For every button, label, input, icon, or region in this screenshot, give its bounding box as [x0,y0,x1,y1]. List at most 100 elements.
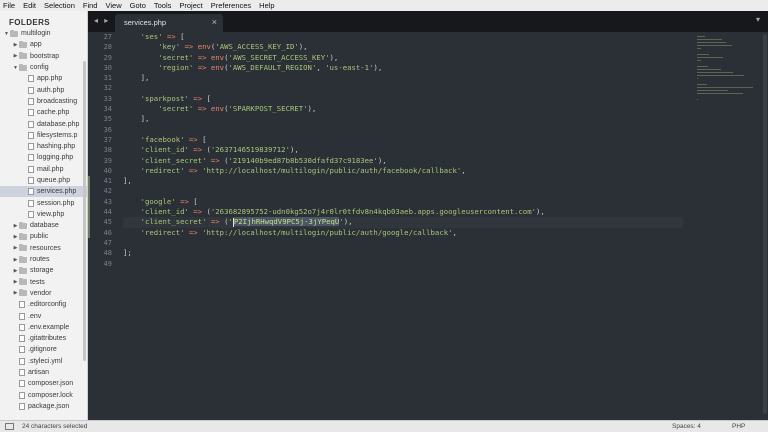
minimap-line [697,87,753,89]
code-line[interactable]: 'sparkpost' => [ [123,94,683,104]
code-line[interactable]: 'facebook' => [ [123,135,683,145]
folder-icon [19,266,27,274]
menu-item[interactable]: Selection [44,1,75,10]
menu-item[interactable]: File [3,1,15,10]
tree-file[interactable]: session.php [0,197,87,208]
code-line[interactable]: 'client_id' => ('2637146519839712'), [123,145,683,155]
chevron-down-icon[interactable]: ▾ [756,15,760,24]
code-token: 'key' [123,42,181,52]
tree-folder[interactable]: ▶ vendor [0,288,87,299]
tree-file[interactable]: .gitignore [0,344,87,355]
tree-file[interactable]: .env.example [0,322,87,333]
code-line[interactable]: 'region' => env('AWS_DEFAULT_REGION', 'u… [123,63,683,73]
tree-item-label: tests [30,278,45,286]
tree-folder[interactable]: ▶ tests [0,277,87,288]
close-icon[interactable]: × [212,17,217,27]
tree-folder[interactable]: ▶ database [0,220,87,231]
tree-file[interactable]: composer.json [0,378,87,389]
chevron-right-icon[interactable]: ▶ [12,234,19,240]
chevron-right-icon[interactable]: ▶ [12,53,19,59]
code-line[interactable] [123,83,683,93]
chevron-right-icon[interactable]: ▶ [12,257,19,263]
tree-file[interactable]: .gitattributes [0,333,87,344]
code-line[interactable]: 'secret' => env('AWS_SECRET_ACCESS_KEY')… [123,53,683,63]
code-line[interactable]: 'client_secret' => ('P2IjhRHwqdV9PC5j-3j… [123,217,683,228]
tree-file[interactable]: queue.php [0,175,87,186]
menu-item[interactable]: Find [83,1,98,10]
tree-file[interactable]: mail.php [0,164,87,175]
code-area[interactable]: 'ses' => [ 'key' => env('AWS_ACCESS_KEY_… [123,32,683,269]
chevron-right-icon[interactable]: ▶ [12,223,19,229]
code-token: => [188,145,207,155]
code-line[interactable]: 'ses' => [ [123,32,683,42]
tree-file[interactable]: .styleci.yml [0,356,87,367]
tree-file[interactable]: cache.php [0,107,87,118]
code-line[interactable]: 'client_secret' => ('219140b9ed87b8b530d… [123,156,683,166]
menu-item[interactable]: View [105,1,121,10]
tab-nav-arrows-icon[interactable]: ◂ ▸ [94,16,110,25]
chevron-down-icon[interactable]: ▼ [3,31,10,37]
panel-toggle-icon[interactable] [5,423,14,430]
code-line[interactable] [123,259,683,269]
folder-icon [19,232,27,240]
tree-file[interactable]: .env [0,310,87,321]
code-line[interactable] [123,186,683,196]
code-line[interactable]: 'google' => [ [123,197,683,207]
indentation-status[interactable]: Spaces: 4 [672,423,701,430]
menu-item[interactable]: Help [259,1,274,10]
editor-scrollbar[interactable] [763,34,767,414]
tree-file[interactable]: package.json [0,401,87,412]
code-line[interactable]: 'client_id' => ('263682895752-udn0kg52o7… [123,207,683,217]
tree-file[interactable]: hashing.php [0,141,87,152]
code-token: 'ses' [123,32,163,41]
tree-file[interactable]: database.php [0,118,87,129]
file-icon [19,312,25,320]
menu-item[interactable]: Tools [154,1,172,10]
code-line[interactable]: ], [123,73,683,83]
tree-folder[interactable]: ▶ resources [0,243,87,254]
chevron-right-icon[interactable]: ▶ [12,268,19,274]
code-editor[interactable]: 27 28 29 30 31 32 33 34 35 36 37 38 39 40 41 42 43 44 45 46… [88,32,768,420]
tree-file[interactable]: .editorconfig [0,299,87,310]
code-line[interactable]: 'redirect' => 'http://localhost/multilog… [123,228,683,238]
minimap-line [697,54,709,56]
tree-folder[interactable]: ▶ public [0,231,87,242]
tree-folder[interactable]: ▼ multilogin [0,28,87,39]
menu-item[interactable]: Goto [130,1,146,10]
code-line[interactable]: 'redirect' => 'http://localhost/multilog… [123,166,683,176]
tree-file[interactable]: artisan [0,367,87,378]
tree-file[interactable]: filesystems.p [0,130,87,141]
tree-file[interactable]: broadcasting [0,96,87,107]
tree-folder[interactable]: ▼ config [0,62,87,73]
code-line[interactable] [123,125,683,135]
tree-file[interactable]: view.php [0,209,87,220]
tree-folder[interactable]: ▶ routes [0,254,87,265]
code-line[interactable]: ], [123,176,683,186]
code-line[interactable]: 'secret' => env('SPARKPOST_SECRET'), [123,104,683,114]
menu-item[interactable]: Preferences [211,1,251,10]
tree-folder[interactable]: ▶ bootstrap [0,51,87,62]
tab-services-php[interactable]: services.php × [115,14,223,32]
tree-folder[interactable]: ▶ storage [0,265,87,276]
tree-file[interactable]: auth.php [0,84,87,95]
line-number: 36 [103,125,112,134]
chevron-right-icon[interactable]: ▶ [12,290,19,296]
chevron-down-icon[interactable]: ▼ [12,65,19,71]
code-line[interactable]: ], [123,114,683,124]
minimap[interactable] [695,32,755,112]
tree-folder[interactable]: ▶ app [0,39,87,50]
tree-file[interactable]: composer.lock [0,390,87,401]
code-line[interactable]: 'key' => env('AWS_ACCESS_KEY_ID'), [123,42,683,52]
sidebar-scrollbar[interactable] [83,61,86,361]
menu-item[interactable]: Project [179,1,202,10]
code-line[interactable] [123,238,683,248]
tree-file[interactable]: logging.php [0,152,87,163]
syntax-status[interactable]: PHP [732,423,745,430]
chevron-right-icon[interactable]: ▶ [12,279,19,285]
tree-file[interactable]: app.php [0,73,87,84]
tree-file[interactable]: services.php [0,186,87,198]
menu-item[interactable]: Edit [23,1,36,10]
chevron-right-icon[interactable]: ▶ [12,42,19,48]
chevron-right-icon[interactable]: ▶ [12,245,19,251]
code-line[interactable]: ]; [123,248,683,258]
